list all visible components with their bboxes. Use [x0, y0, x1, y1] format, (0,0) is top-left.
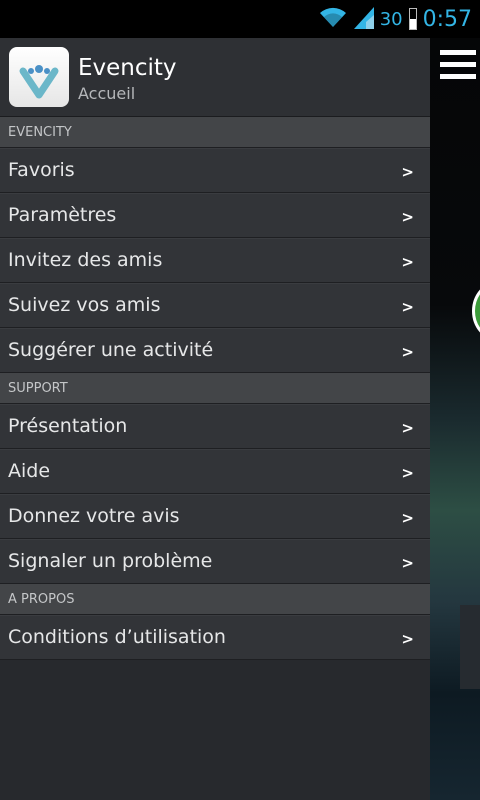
menu-item[interactable]: Suggérer une activité >: [0, 328, 430, 373]
section-header: EVENCITY: [0, 117, 430, 148]
chevron-right-icon: >: [401, 419, 414, 437]
menu-item[interactable]: Conditions d’utilisation >: [0, 615, 430, 660]
chevron-right-icon: >: [401, 509, 414, 527]
menu-item[interactable]: Favoris >: [0, 148, 430, 193]
chevron-right-icon: >: [401, 343, 414, 361]
chevron-right-icon: >: [401, 630, 414, 648]
menu-item-label: Donnez votre avis: [8, 505, 180, 527]
menu-item-label: Suivez vos amis: [8, 294, 161, 316]
menu-list: EVENCITY Favoris > Paramètres > Invitez des a…: [0, 117, 430, 660]
menu-item[interactable]: Aide >: [0, 449, 430, 494]
menu-item[interactable]: Donnez votre avis >: [0, 494, 430, 539]
drawer-header[interactable]: Evencity Accueil: [0, 38, 430, 117]
menu-item-label: Aide: [8, 460, 51, 482]
signal-icon: [353, 5, 374, 33]
navigation-drawer: Evencity Accueil EVENCITY Favoris > Paramèt…: [0, 38, 430, 800]
menu-item-label: Paramètres: [8, 204, 117, 226]
background-app: [430, 38, 480, 800]
chevron-right-icon: >: [401, 464, 414, 482]
status-icons: 30 0:57: [318, 5, 472, 33]
menu-item-label: Favoris: [8, 159, 75, 181]
section-header: SUPPORT: [0, 373, 430, 404]
signal-strength-text: 30: [379, 8, 403, 30]
menu-item[interactable]: Invitez des amis >: [0, 238, 430, 283]
clock: 0:57: [422, 6, 472, 32]
green-marker: [472, 278, 480, 344]
wifi-icon: [318, 5, 348, 33]
hamburger-menu-icon[interactable]: [440, 50, 476, 86]
background-panel: [460, 605, 480, 689]
section-header: A PROPOS: [0, 584, 430, 615]
app-subtitle: Accueil: [78, 84, 136, 103]
battery-level: [409, 19, 416, 29]
menu-item[interactable]: Suivez vos amis >: [0, 283, 430, 328]
status-bar: 30 0:57: [0, 0, 480, 38]
chevron-right-icon: >: [401, 298, 414, 316]
menu-item-label: Suggérer une activité: [8, 339, 214, 361]
battery-icon: [408, 8, 417, 30]
menu-item-label: Invitez des amis: [8, 249, 163, 271]
menu-item[interactable]: Présentation >: [0, 404, 430, 449]
chevron-right-icon: >: [401, 208, 414, 226]
app-title: Evencity: [78, 55, 177, 81]
menu-item-label: Signaler un problème: [8, 550, 213, 572]
menu-item[interactable]: Signaler un problème >: [0, 539, 430, 584]
app-logo-icon: [9, 47, 69, 107]
chevron-right-icon: >: [401, 253, 414, 271]
chevron-right-icon: >: [401, 554, 414, 572]
chevron-right-icon: >: [401, 163, 414, 181]
menu-item-label: Conditions d’utilisation: [8, 626, 226, 648]
menu-item-label: Présentation: [8, 415, 128, 437]
menu-item[interactable]: Paramètres >: [0, 193, 430, 238]
